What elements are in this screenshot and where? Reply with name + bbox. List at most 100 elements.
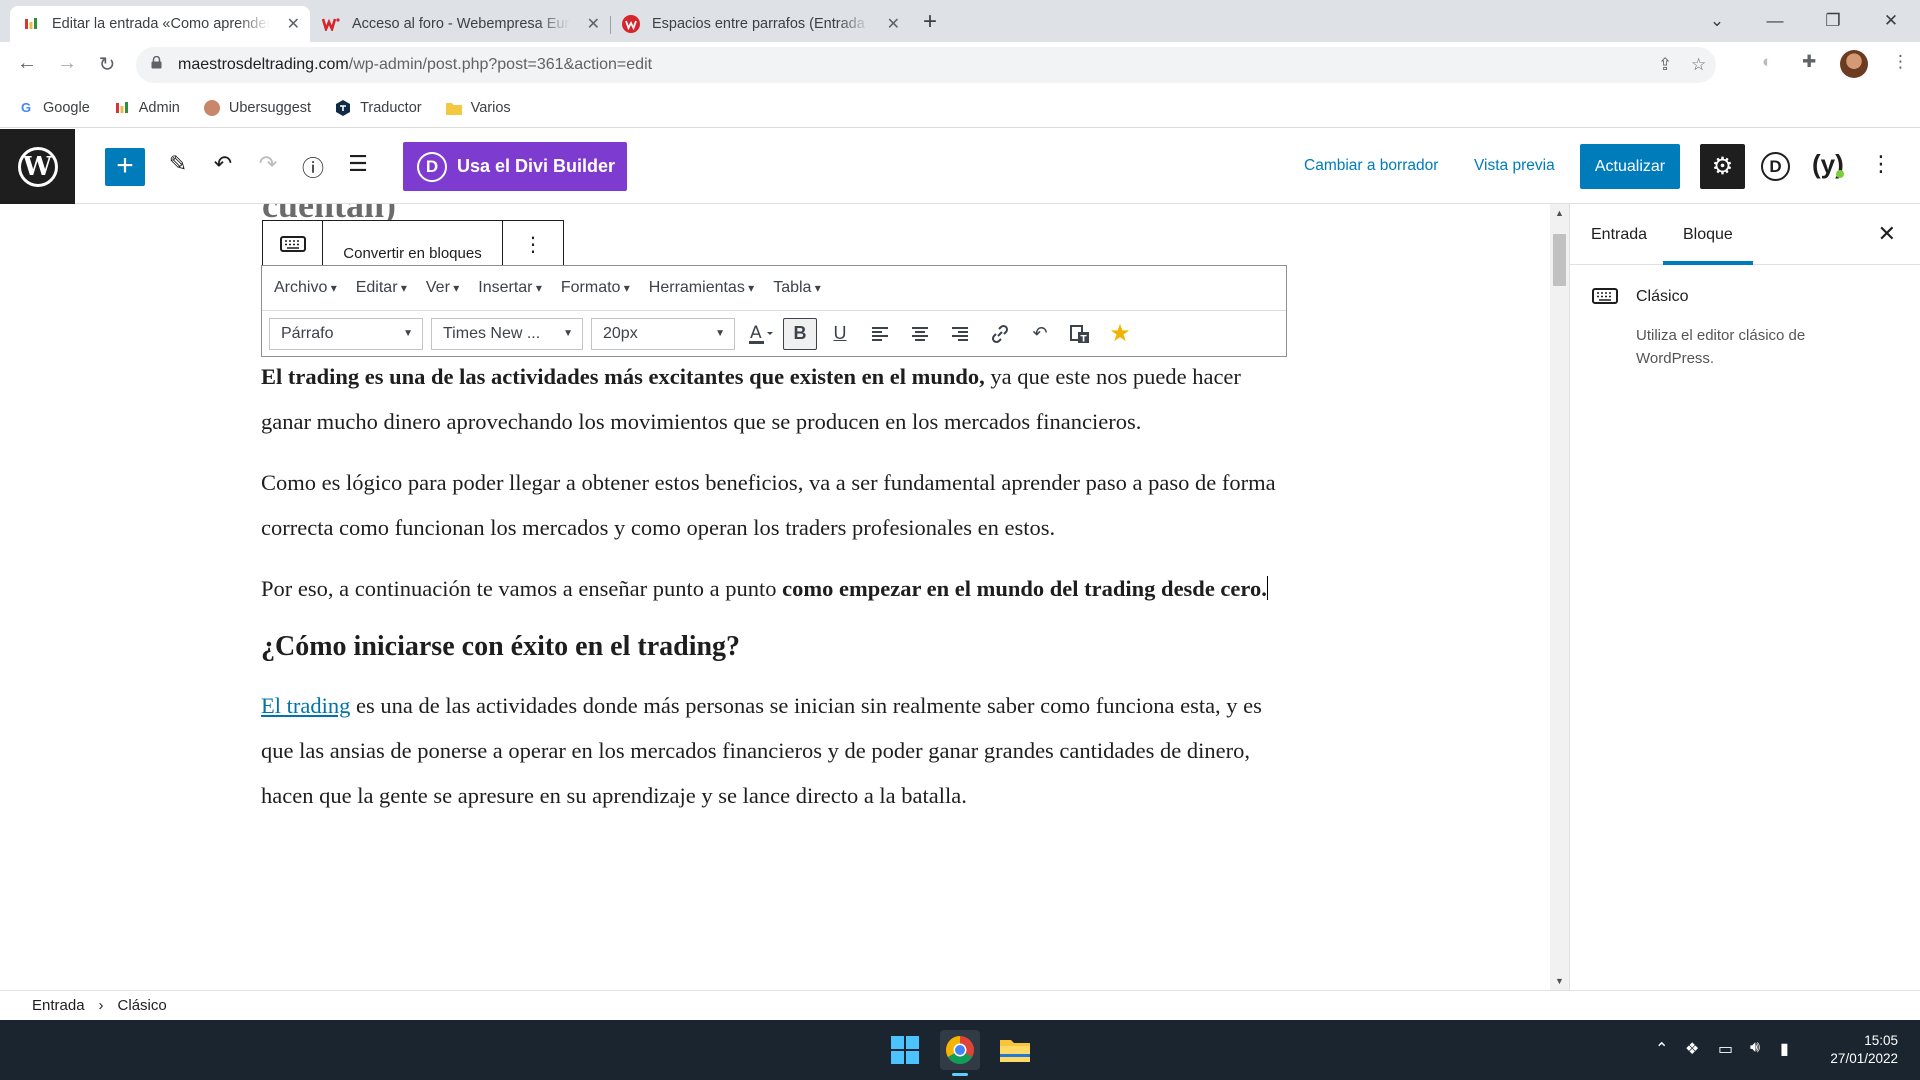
classic-block-icon[interactable] (263, 221, 323, 267)
convert-to-blocks-button[interactable]: Convertir en bloques (323, 221, 503, 267)
close-tab-icon[interactable]: ✕ (587, 14, 600, 34)
close-tab-icon[interactable]: ✕ (287, 14, 300, 34)
dropbox-icon[interactable]: ❖ (1685, 1039, 1699, 1059)
volume-icon[interactable]: 🔊︎ (1750, 1039, 1760, 1057)
tab-search-icon[interactable]: ⌄ (1688, 11, 1746, 31)
trading-link[interactable]: El trading (261, 693, 350, 718)
redo-icon[interactable]: ↷ (253, 151, 283, 177)
editor-canvas: cuentan) Convertir en bloques ⋮ Archivo … (0, 204, 1550, 990)
align-center-icon[interactable] (903, 318, 937, 350)
browser-menu-icon[interactable]: ⋮ (1892, 52, 1909, 72)
bookmark-ubersuggest[interactable]: Ubersuggest (203, 99, 311, 116)
show-hidden-icons-icon[interactable]: ⌃ (1655, 1039, 1668, 1059)
scroll-up-icon[interactable]: ▲ (1550, 208, 1569, 218)
scroll-thumb[interactable] (1553, 234, 1566, 286)
restore-icon[interactable]: ❐ (1804, 11, 1862, 31)
menu-insertar[interactable]: Insertar (478, 279, 542, 297)
reload-icon[interactable]: ↻ (94, 52, 120, 77)
minimize-icon[interactable]: — (1746, 11, 1804, 31)
add-block-button[interactable]: + (105, 148, 145, 186)
menu-editar[interactable]: Editar (356, 279, 407, 297)
editor-scrollbar[interactable]: ▲ ▼ (1550, 204, 1569, 990)
bookmark-translator[interactable]: Traductor (335, 99, 422, 116)
text: Por eso, a continuación te vamos a enseñ… (261, 576, 783, 601)
settings-sidebar: Entrada Bloque ✕ Clásico Utiliza el edit… (1569, 204, 1920, 990)
profile-avatar[interactable] (1840, 50, 1868, 78)
system-clock[interactable]: 15:05 27/01/2022 (1818, 1032, 1898, 1068)
browser-tab-forum[interactable]: Acceso al foro - Webempresa Eur ✕ (310, 6, 610, 42)
divi-d-icon[interactable]: D (1761, 152, 1790, 181)
close-sidebar-icon[interactable]: ✕ (1878, 221, 1896, 247)
close-window-icon[interactable]: ✕ (1862, 11, 1920, 31)
forward-icon[interactable]: → (54, 52, 80, 75)
block-more-options-icon[interactable]: ⋮ (503, 221, 563, 267)
font-size-select[interactable]: 20px (591, 317, 735, 350)
wordpress-icon: W (17, 146, 58, 187)
breadcrumb-entrada[interactable]: Entrada (32, 997, 85, 1014)
file-explorer-icon[interactable] (995, 1030, 1035, 1070)
menu-tabla[interactable]: Tabla (773, 279, 821, 297)
windows-start-icon[interactable] (885, 1030, 925, 1070)
address-bar[interactable]: maestrosdeltrading.com/wp-admin/post.php… (136, 47, 1716, 83)
bold-button[interactable]: B (783, 317, 817, 350)
lock-icon[interactable] (151, 56, 162, 69)
browser-tab-strip: Editar la entrada «Como aprender ✕ Acces… (0, 0, 1920, 42)
url-host: maestrosdeltrading.com (178, 56, 349, 73)
network-icon[interactable]: ▭ (1718, 1039, 1733, 1059)
info-icon[interactable]: ⓘ (298, 151, 328, 183)
paragraph[interactable]: El trading es una de las actividades más… (261, 354, 1291, 444)
browser-tab-spacing[interactable]: Espacios entre parrafos (Entrada ✕ (610, 6, 910, 42)
breadcrumb-clasico[interactable]: Clásico (118, 997, 167, 1014)
wordpress-logo-button[interactable]: W (0, 129, 75, 204)
extension-icon[interactable]: ◐ (1762, 52, 1772, 72)
paragraph[interactable]: El trading es una de las actividades don… (261, 683, 1291, 818)
new-tab-button[interactable]: + (923, 8, 937, 36)
tab-entrada[interactable]: Entrada (1591, 226, 1647, 244)
menu-ver[interactable]: Ver (426, 279, 459, 297)
menu-herramientas[interactable]: Herramientas (649, 279, 754, 297)
close-tab-icon[interactable]: ✕ (887, 14, 900, 34)
scroll-down-icon[interactable]: ▼ (1550, 976, 1569, 986)
align-right-icon[interactable] (943, 318, 977, 350)
link-icon[interactable] (983, 318, 1017, 350)
list-view-icon[interactable]: ☰ (343, 151, 373, 177)
bookmark-google[interactable]: G Google (18, 100, 90, 116)
update-button[interactable]: Actualizar (1580, 144, 1680, 189)
align-left-icon[interactable] (863, 318, 897, 350)
font-family-select[interactable]: Times New ... (431, 317, 583, 350)
active-tab-indicator (1663, 261, 1753, 265)
tab-bloque[interactable]: Bloque (1683, 226, 1733, 244)
underline-button[interactable]: U (823, 318, 857, 350)
undo-icon[interactable]: ↶ (208, 151, 238, 177)
menu-formato[interactable]: Formato (561, 279, 630, 297)
extensions-puzzle-icon[interactable]: ✚ (1802, 52, 1816, 72)
edit-pencil-icon[interactable]: ✎ (163, 151, 193, 177)
format-select[interactable]: Párrafo (269, 317, 423, 350)
menu-archivo[interactable]: Archivo (274, 279, 337, 297)
options-menu-icon[interactable]: ⋮ (1870, 151, 1892, 177)
url-path: /wp-admin/post.php?post=361&action=edit (348, 56, 653, 73)
battery-icon[interactable]: ▮ (1780, 1039, 1789, 1059)
text-color-button[interactable]: A (743, 318, 777, 350)
settings-gear-icon[interactable]: ⚙ (1700, 144, 1745, 189)
paragraph[interactable]: Por eso, a continuación te vamos a enseñ… (261, 566, 1291, 611)
bookmark-admin[interactable]: Admin (114, 100, 180, 116)
ubersuggest-icon (203, 99, 220, 116)
preview-button[interactable]: Vista previa (1474, 157, 1555, 175)
post-content[interactable]: El trading es una de las actividades más… (261, 354, 1291, 834)
star-icon[interactable]: ★ (1103, 318, 1137, 350)
switch-to-draft-button[interactable]: Cambiar a borrador (1304, 157, 1438, 175)
browser-tab-edit-post[interactable]: Editar la entrada «Como aprender ✕ (10, 6, 310, 42)
admin-bars-icon (114, 100, 130, 116)
share-icon[interactable]: ⇪ (1658, 55, 1672, 75)
paragraph[interactable]: Como es lógico para poder llegar a obten… (261, 460, 1291, 550)
divi-builder-button[interactable]: D Usa el Divi Builder (403, 142, 627, 191)
section-heading[interactable]: ¿Cómo iniciarse con éxito en el trading? (261, 627, 1291, 667)
back-icon[interactable]: ← (14, 52, 40, 75)
bookmark-folder-varios[interactable]: Varios (445, 100, 511, 116)
bookmark-star-icon[interactable]: ☆ (1691, 55, 1706, 75)
paste-text-icon[interactable]: T (1063, 318, 1097, 350)
undo-format-icon[interactable]: ↶ (1023, 318, 1057, 350)
classic-menubar: Archivo Editar Ver Insertar Formato Herr… (262, 266, 1286, 310)
chrome-icon[interactable] (940, 1030, 980, 1076)
